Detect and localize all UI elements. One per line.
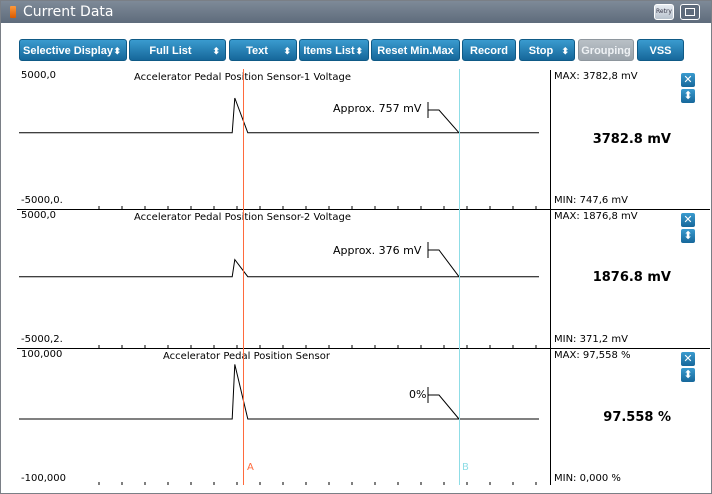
signal-graph	[19, 242, 539, 348]
annotation-callout	[427, 387, 460, 420]
window-title: Current Data	[23, 4, 114, 20]
current-value: 3782.8 mV	[592, 132, 671, 147]
close-icon: ✕	[683, 352, 693, 365]
panel-divider	[550, 349, 551, 485]
current-value: 1876.8 mV	[592, 270, 671, 285]
toolbar: Selective Display ⬍ Full List ⬍ Text ⬍ I…	[1, 23, 711, 69]
current-data-window: Current Data Retry Selective Display ⬍ F…	[0, 0, 712, 494]
annotation-callout	[427, 102, 460, 134]
expand-panel-button[interactable]: ⬍	[681, 89, 695, 103]
max-value: MAX: 1876,8 mV	[554, 211, 638, 222]
max-value: MAX: 97,558 %	[554, 350, 631, 361]
spinner-icon: ⬍	[561, 46, 569, 56]
cursor-a-line[interactable]	[243, 69, 244, 485]
signal-trace	[19, 97, 539, 134]
retry-label: Retry	[656, 8, 672, 15]
signal-trace	[19, 258, 539, 278]
close-icon: ✕	[683, 213, 693, 226]
grouping-label: Grouping	[581, 45, 631, 57]
selective-display-button[interactable]: Selective Display ⬍	[19, 39, 127, 61]
vss-label: VSS	[649, 45, 672, 57]
restore-window-button[interactable]	[680, 4, 700, 20]
title-bar: Current Data Retry	[1, 1, 711, 23]
full-list-label: Full List	[149, 45, 192, 57]
stop-label: Stop	[528, 45, 554, 57]
reset-minmax-label: Reset Min.Max	[377, 45, 454, 57]
current-value: 97.558 %	[603, 410, 671, 425]
close-icon: ✕	[683, 73, 693, 86]
sensor-panel-3: 100,000 -100,000 Accelerator Pedal Posit…	[1, 349, 711, 485]
close-panel-button[interactable]: ✕	[681, 213, 695, 227]
grouping-button[interactable]: Grouping	[578, 39, 634, 61]
reset-minmax-button[interactable]: Reset Min.Max	[371, 39, 460, 61]
restore-window-icon	[685, 8, 695, 16]
signal-graph	[19, 97, 539, 209]
max-value: MAX: 3782,8 mV	[554, 71, 638, 82]
signal-trace	[19, 364, 539, 420]
graph-area-2: 5000,0 -5000,2. Accelerator Pedal Positi…	[19, 210, 550, 348]
vss-button[interactable]: VSS	[637, 39, 684, 61]
panel-divider	[550, 210, 551, 348]
expand-icon: ⬍	[683, 368, 693, 381]
min-value: MIN: 747,6 mV	[554, 195, 628, 206]
cursor-b-line[interactable]	[459, 69, 460, 485]
annotation-callout	[427, 242, 460, 278]
full-list-button[interactable]: Full List ⬍	[129, 39, 226, 61]
spinner-icon: ⬍	[355, 46, 363, 56]
expand-panel-button[interactable]: ⬍	[681, 229, 695, 243]
expand-icon: ⬍	[683, 229, 693, 242]
cursor-a-label: A	[247, 462, 254, 473]
min-value: MIN: 371,2 mV	[554, 334, 628, 345]
text-mode-button[interactable]: Text ⬍	[229, 39, 297, 61]
sensor-icon	[10, 6, 16, 18]
graph-area-3: 100,000 -100,000 Accelerator Pedal Posit…	[19, 349, 550, 485]
expand-panel-button[interactable]: ⬍	[681, 368, 695, 382]
graph-area-1: 5000,0 -5000,0. Accelerator Pedal Positi…	[19, 70, 550, 209]
record-label: Record	[470, 45, 508, 57]
record-button[interactable]: Record	[462, 39, 516, 61]
retry-button[interactable]: Retry	[654, 4, 674, 20]
sensor-panel-2: 5000,0 -5000,2. Accelerator Pedal Positi…	[1, 210, 711, 348]
min-value: MIN: 0,000 %	[554, 473, 621, 484]
sensor-panel-1: 5000,0 -5000,0. Accelerator Pedal Positi…	[1, 70, 711, 209]
stop-button[interactable]: Stop ⬍	[519, 39, 575, 61]
text-mode-label: Text	[246, 45, 268, 57]
spinner-icon: ⬍	[212, 46, 220, 56]
close-panel-button[interactable]: ✕	[681, 352, 695, 366]
selective-display-label: Selective Display	[23, 45, 113, 57]
expand-icon: ⬍	[683, 89, 693, 102]
signal-graph	[19, 364, 539, 485]
panel-divider	[550, 70, 551, 209]
items-list-button[interactable]: Items List ⬍	[299, 39, 369, 61]
cursor-b-label: B	[462, 462, 469, 473]
spinner-icon: ⬍	[283, 46, 291, 56]
spinner-icon: ⬍	[113, 46, 121, 56]
close-panel-button[interactable]: ✕	[681, 73, 695, 87]
